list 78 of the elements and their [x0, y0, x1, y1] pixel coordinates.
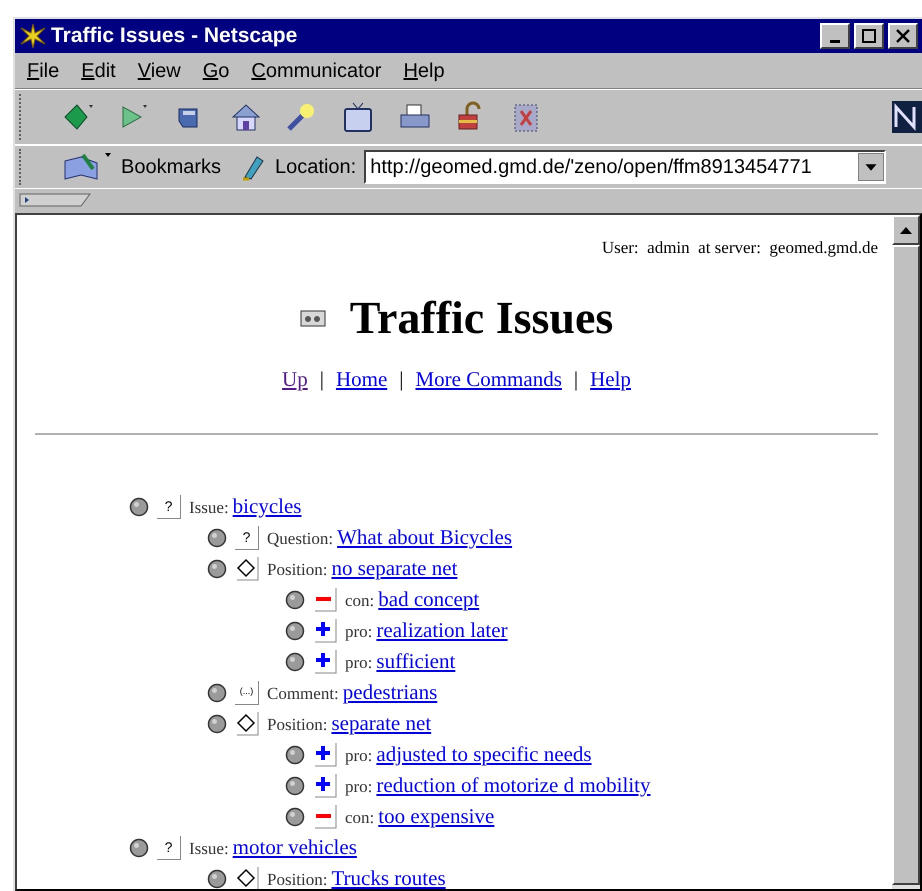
plus-icon	[313, 742, 337, 766]
status-dot-icon[interactable]	[207, 558, 227, 578]
diamond-icon	[235, 866, 259, 889]
status-dot-icon[interactable]	[207, 868, 227, 888]
plus-icon	[313, 650, 337, 674]
collapse-tab-icon[interactable]	[19, 193, 91, 207]
node-link[interactable]: too expensive	[378, 800, 494, 832]
nav-link[interactable]: More Commands	[415, 364, 562, 395]
node-link[interactable]: What about Bicycles	[337, 522, 512, 554]
n-logo-icon	[892, 101, 922, 133]
node-link[interactable]: separate net	[331, 708, 432, 740]
node-type-label: Comment:	[267, 682, 339, 705]
user-info: User: admin at server: geomed.gmd.de	[600, 237, 878, 259]
node-link[interactable]: bicycles	[232, 490, 302, 522]
nav-link[interactable]: Home	[336, 364, 388, 395]
status-dot-icon[interactable]	[207, 682, 227, 702]
status-dot-icon[interactable]	[207, 714, 227, 734]
menu-item[interactable]: Help	[403, 56, 445, 86]
status-dot-icon[interactable]	[207, 528, 227, 548]
location-field[interactable]: http://geomed.gmd.de/'zeno/open/ffm8913454771	[364, 150, 886, 184]
node-type-label: pro:	[345, 744, 372, 767]
plus-icon	[313, 618, 337, 642]
minus-icon	[313, 588, 337, 612]
status-dot-icon[interactable]	[285, 806, 305, 826]
node-link[interactable]: bad concept	[378, 584, 480, 616]
node-link[interactable]: realization later	[376, 614, 508, 646]
node-type-label: Position:	[267, 558, 328, 581]
menu-item[interactable]: View	[138, 56, 181, 86]
close-icon	[895, 28, 911, 44]
close-button[interactable]	[888, 23, 918, 49]
node-type-label: pro:	[345, 652, 372, 674]
diamond-icon	[235, 556, 259, 580]
plus-icon	[313, 774, 337, 798]
window-title: Traffic Issues - Netscape	[51, 23, 298, 50]
maximize-icon	[861, 28, 877, 44]
node-type-label: con:	[345, 806, 374, 829]
node-type-label: pro:	[345, 620, 372, 643]
diamond-icon	[235, 712, 259, 736]
separator: |	[399, 366, 404, 392]
node-type-label: Issue:	[189, 496, 229, 519]
node-link[interactable]: sufficient	[376, 646, 456, 678]
nav-link[interactable]: Help	[590, 364, 631, 395]
menu-item[interactable]: Edit	[81, 56, 116, 86]
menu-item[interactable]: Go	[202, 56, 230, 86]
node-link[interactable]: reduction of motorize d mobility	[376, 770, 650, 802]
minimize-icon	[830, 40, 840, 42]
location-label: Location:	[275, 155, 356, 180]
status-dot-icon[interactable]	[129, 838, 149, 858]
star-logo-icon	[19, 22, 47, 50]
node-type-label: Issue:	[189, 838, 229, 860]
menu-item[interactable]: File	[27, 56, 60, 86]
minus-icon	[313, 804, 337, 828]
menu-item[interactable]: Communicator	[251, 56, 382, 86]
node-link[interactable]: Trucks routes	[331, 862, 446, 889]
node-type-label: Position:	[267, 714, 328, 736]
nav-link[interactable]: Up	[282, 364, 308, 395]
status-dot-icon[interactable]	[285, 620, 305, 640]
node-type-label: Position:	[267, 868, 328, 889]
bookmarks-label[interactable]: Bookmarks	[121, 152, 222, 182]
node-type-label: pro:	[345, 776, 372, 798]
node-link[interactable]: pedestrians	[342, 676, 438, 708]
scroll-up-icon[interactable]	[899, 225, 913, 235]
node-type-label: Question:	[267, 528, 334, 550]
maximize-button[interactable]	[854, 23, 884, 49]
status-dot-icon[interactable]	[285, 590, 305, 610]
scrollbar[interactable]	[892, 215, 920, 889]
status-dot-icon[interactable]	[129, 496, 149, 516]
separator: |	[320, 366, 324, 392]
node-link[interactable]: motor vehicles	[232, 832, 357, 864]
node-link[interactable]: no separate net	[331, 552, 458, 584]
minimize-button[interactable]	[820, 23, 850, 49]
status-dot-icon[interactable]	[285, 652, 305, 672]
page-title: Traffic Issues	[350, 290, 614, 344]
separator: |	[574, 366, 578, 392]
status-dot-icon[interactable]	[285, 776, 305, 796]
node-type-label: con:	[345, 590, 374, 612]
status-dot-icon[interactable]	[285, 744, 305, 764]
node-link[interactable]: adjusted to specific needs	[376, 738, 592, 770]
